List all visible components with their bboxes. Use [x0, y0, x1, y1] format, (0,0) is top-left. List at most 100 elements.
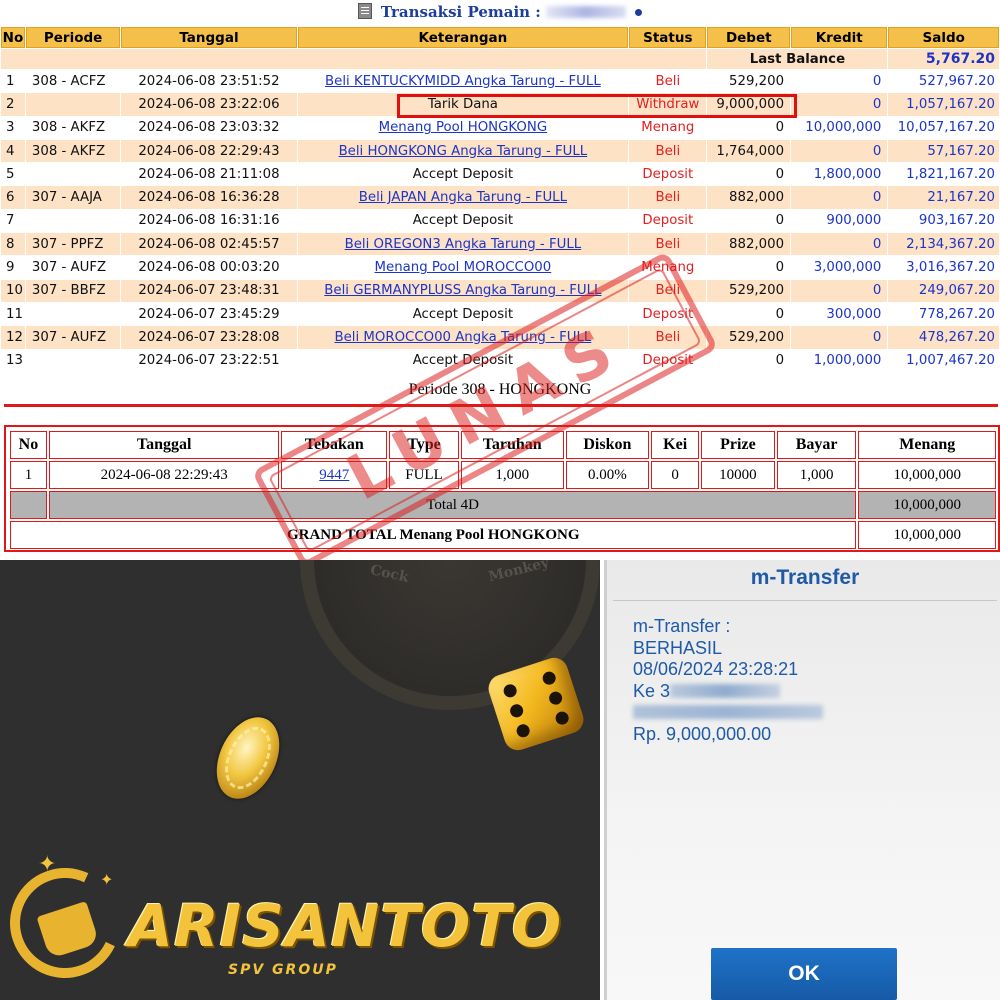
cell-no: 3: [1, 116, 25, 139]
transaction-link[interactable]: Beli JAPAN Angka Tarung - FULL: [359, 190, 567, 205]
transaction-page: Transaksi Pemain : No Periode Tanggal Ke…: [0, 0, 1000, 560]
col-header: Periode: [25, 27, 121, 48]
cell-tanggal: 2024-06-08 00:03:20: [121, 256, 297, 279]
cell-debet: 529,200: [707, 279, 791, 302]
cell-kredit: 10,000,000: [791, 116, 888, 139]
cell-tanggal: 2024-06-08 23:51:52: [121, 70, 297, 93]
cell-kredit: 0: [791, 70, 888, 93]
cell-tanggal: 2024-06-08 23:22:06: [121, 93, 297, 116]
transaction-link[interactable]: Beli HONGKONG Angka Tarung - FULL: [339, 144, 588, 159]
cell-periode: 307 - PPFZ: [25, 233, 121, 256]
table-row: 9 307 - AUFZ 2024-06-08 00:03:20 Menang Poo…: [1, 256, 999, 279]
col-header: Menang: [858, 431, 996, 459]
transaction-link[interactable]: Beli KENTUCKYMIDD Angka Tarung - FULL: [325, 74, 601, 89]
cell-saldo: 2,134,367.20: [888, 233, 999, 256]
cell-periode: [25, 93, 121, 116]
col-header: Tanggal: [48, 431, 280, 459]
last-balance-label: Last Balance: [707, 49, 888, 69]
table-row: 7 2024-06-08 16:31:16 Accept Deposit Deposi…: [1, 209, 999, 233]
cell-kredit: 900,000: [791, 209, 888, 233]
table-row: 10 307 - BBFZ 2024-06-07 23:48:31 Beli GERM…: [1, 279, 999, 302]
cell-keterangan: Accept Deposit: [297, 209, 629, 233]
transfer-line: m-Transfer :: [633, 616, 731, 636]
cell-status: Beli: [629, 139, 707, 163]
cell-kredit: 3,000,000: [791, 256, 888, 279]
col-header: Saldo: [888, 27, 999, 48]
table-row: 6 307 - AAJA 2024-06-08 16:36:28 Beli JAPAN…: [1, 186, 999, 209]
transfer-details: m-Transfer : BERHASIL 08/06/2024 23:28:2…: [633, 616, 823, 745]
transfer-amount: Rp. 9,000,000.00: [633, 723, 772, 744]
cell-saldo: 10,057,167.20: [888, 116, 999, 139]
cell-kredit: 0: [791, 186, 888, 209]
arisantoto-logo: ✦ ✦ ARISANTOTO SPV GROUP: [0, 850, 600, 1000]
logo-subtitle: SPV GROUP: [228, 962, 338, 978]
cell-keterangan: Accept Deposit: [297, 163, 629, 186]
table-row: 8 307 - PPFZ 2024-06-08 02:45:57 Beli OREGO…: [1, 233, 999, 256]
cell-kredit: 0: [791, 93, 888, 116]
cell-kredit: 300,000: [791, 302, 888, 326]
cell-periode: [25, 349, 121, 372]
col-header: Bayar: [776, 431, 857, 459]
col-header: Diskon: [565, 431, 650, 459]
cell-status: Beli: [629, 186, 707, 209]
transaction-link[interactable]: Menang Pool HONGKONG: [379, 120, 547, 135]
grand-total-row: GRAND TOTAL Menang Pool HONGKONG 10,000,…: [10, 521, 996, 549]
cell-keterangan: Beli JAPAN Angka Tarung - FULL: [297, 186, 629, 209]
cell-tanggal: 2024-06-08 22:29:43: [121, 139, 297, 163]
col-header: Tanggal: [121, 27, 297, 48]
total-value: 10,000,000: [858, 491, 996, 519]
ok-button[interactable]: OK: [711, 948, 897, 1000]
cell-status: Beli: [629, 233, 707, 256]
cell-tanggal: 2024-06-08 16:36:28: [121, 186, 297, 209]
detail-no: 1: [10, 461, 47, 489]
blurred-recipient-name: [633, 705, 823, 719]
cell-status: Menang: [629, 116, 707, 139]
divider: [613, 600, 997, 601]
grand-total-label: GRAND TOTAL Menang Pool HONGKONG: [10, 521, 857, 549]
detail-bayar: 1,000: [776, 461, 857, 489]
cell-tanggal: 2024-06-08 02:45:57: [121, 233, 297, 256]
cell-periode: 308 - AKFZ: [25, 116, 121, 139]
cell-debet: 882,000: [707, 186, 791, 209]
transaction-link[interactable]: Beli GERMANYPLUSS Angka Tarung - FULL: [324, 283, 601, 298]
cell-kredit: 0: [791, 139, 888, 163]
cell-kredit: 1,000,000: [791, 349, 888, 372]
table-row: 4 308 - AKFZ 2024-06-08 22:29:43 Beli HONGK…: [1, 139, 999, 163]
col-header: No: [10, 431, 47, 459]
document-icon: [357, 3, 372, 19]
cell-no: 10: [1, 279, 25, 302]
cell-debet: 9,000,000: [707, 93, 791, 116]
table-row: 11 2024-06-07 23:45:29 Accept Deposit Depos…: [1, 302, 999, 326]
cell-periode: 308 - ACFZ: [25, 70, 121, 93]
cell-tanggal: 2024-06-08 16:31:16: [121, 209, 297, 233]
page-title: Transaksi Pemain :: [0, 0, 1000, 24]
page-subtitle: Pemain :: [467, 3, 541, 21]
grand-total-value: 10,000,000: [858, 521, 996, 549]
cell-no: 9: [1, 256, 25, 279]
transfer-status: BERHASIL: [633, 637, 723, 658]
cell-tanggal: 2024-06-08 21:11:08: [121, 163, 297, 186]
cell-saldo: 778,267.20: [888, 302, 999, 326]
cell-debet: 0: [707, 256, 791, 279]
cell-periode: [25, 163, 121, 186]
transaction-link[interactable]: Menang Pool MOROCCO00: [375, 260, 552, 275]
sparkle-icon: ✦: [100, 870, 114, 889]
cell-kredit: 0: [791, 279, 888, 302]
cell-saldo: 478,267.20: [888, 326, 999, 349]
transaction-table: No Periode Tanggal Keterangan Status Deb…: [0, 26, 1000, 373]
col-header: Debet: [707, 27, 791, 48]
blurred-account-number: [670, 683, 781, 698]
col-header: Prize: [701, 431, 775, 459]
cell-periode: 308 - AKFZ: [25, 139, 121, 163]
cell-periode: 307 - AAJA: [25, 186, 121, 209]
cell-periode: [25, 209, 121, 233]
cell-saldo: 1,821,167.20: [888, 163, 999, 186]
cell-kredit: 1,800,000: [791, 163, 888, 186]
transaction-link[interactable]: Beli OREGON3 Angka Tarung - FULL: [345, 237, 582, 252]
blurred-player-name: [546, 6, 627, 18]
cell-kredit: 0: [791, 233, 888, 256]
cell-no: 2: [1, 93, 25, 116]
total-row: Total 4D 10,000,000: [10, 491, 996, 519]
cell-keterangan: Beli HONGKONG Angka Tarung - FULL: [297, 139, 629, 163]
detail-prize: 10000: [701, 461, 775, 489]
